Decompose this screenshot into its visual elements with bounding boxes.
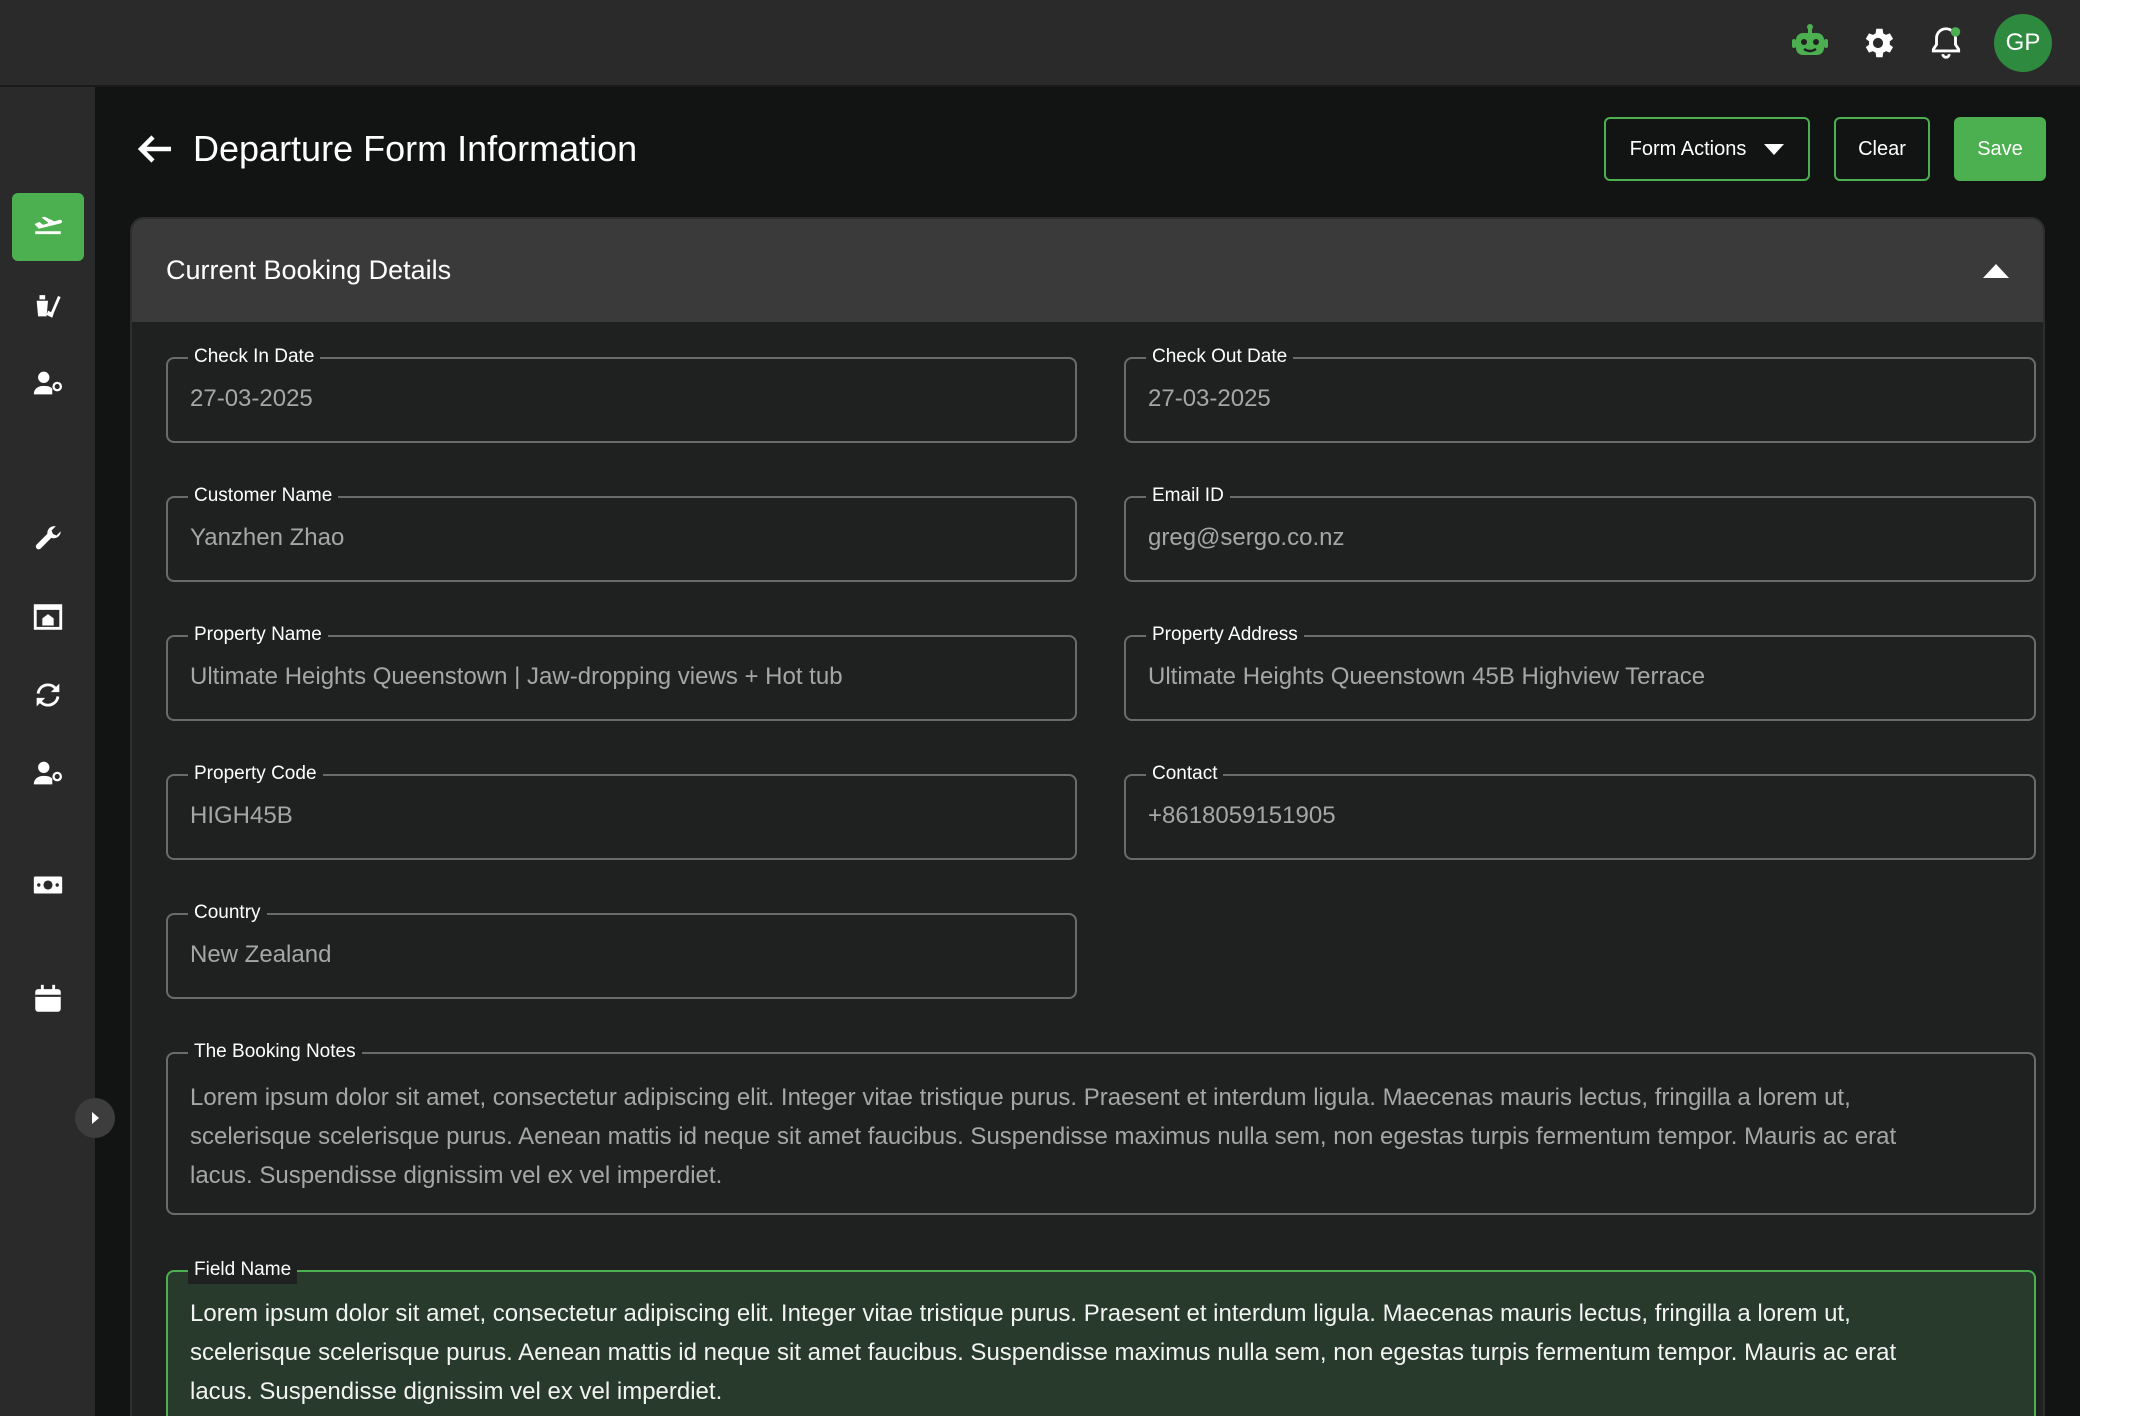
field-value: Ultimate Heights Queenstown | Jaw-droppi… xyxy=(190,663,843,690)
page-margin xyxy=(2080,0,2144,1416)
sidebar-item-departure[interactable] xyxy=(12,193,84,261)
card-title: Current Booking Details xyxy=(166,255,452,285)
header-actions: Form Actions Clear Save xyxy=(1604,117,2046,181)
topbar-icons: GP xyxy=(1790,14,2052,72)
cash-icon xyxy=(33,876,63,894)
form-actions-label: Form Actions xyxy=(1629,137,1747,160)
field-label: Country xyxy=(188,899,267,927)
contact-field[interactable]: Contact +8618059151905 xyxy=(1124,760,2036,860)
field-label: Property Code xyxy=(188,760,323,788)
field-label: Check Out Date xyxy=(1146,343,1294,371)
chevron-up-icon[interactable] xyxy=(1983,263,2009,278)
field-value: Lorem ipsum dolor sit amet, consectetur … xyxy=(190,1300,1897,1405)
field-label: Contact xyxy=(1146,760,1224,788)
field-value: New Zealand xyxy=(190,941,332,968)
field-value: greg@sergo.co.nz xyxy=(1148,524,1345,551)
arrow-left-icon xyxy=(137,135,171,163)
sidebar-item-sync[interactable] xyxy=(12,661,84,729)
field-value: Ultimate Heights Queenstown 45B Highview… xyxy=(1148,663,1706,690)
app-window: GP Departure Form Information Form Actio… xyxy=(0,0,2080,1416)
chevron-right-icon xyxy=(92,1112,99,1124)
property-code-field[interactable]: Property Code HIGH45B xyxy=(166,760,1077,860)
sidebar-item-maintenance[interactable] xyxy=(12,505,84,573)
avatar[interactable]: GP xyxy=(1994,14,2052,72)
field-value: 27-03-2025 xyxy=(1148,385,1271,412)
sync-icon xyxy=(36,683,60,707)
email-field[interactable]: Email ID greg@sergo.co.nz xyxy=(1124,482,2036,582)
field-label: Email ID xyxy=(1146,482,1230,510)
sidebar-item-staff[interactable] xyxy=(12,739,84,807)
check-out-date-field[interactable]: Check Out Date 27-03-2025 xyxy=(1124,343,2036,443)
bell-icon[interactable] xyxy=(1926,23,1966,63)
sidebar-item-property[interactable] xyxy=(12,583,84,651)
caret-down-icon xyxy=(1764,143,1785,155)
clear-button[interactable]: Clear xyxy=(1834,117,1930,181)
field-value: Yanzhen Zhao xyxy=(190,524,345,551)
top-bar: GP xyxy=(0,0,2080,87)
property-name-field[interactable]: Property Name Ultimate Heights Queenstow… xyxy=(166,621,1077,721)
bot-icon[interactable] xyxy=(1790,23,1830,63)
wrench-icon xyxy=(35,526,61,550)
sidebar-item-cleaning[interactable] xyxy=(12,271,84,339)
field-label: The Booking Notes xyxy=(188,1038,362,1066)
back-button[interactable] xyxy=(135,129,175,169)
gear-icon[interactable] xyxy=(1858,23,1898,63)
booking-details-card: Current Booking Details Check In Date 27… xyxy=(130,217,2045,1416)
save-button[interactable]: Save xyxy=(1954,117,2046,181)
check-in-date-field[interactable]: Check In Date 27-03-2025 xyxy=(166,343,1077,443)
main-content: Departure Form Information Form Actions … xyxy=(95,87,2080,1416)
field-label: Property Name xyxy=(188,621,328,649)
field-label: Property Address xyxy=(1146,621,1304,649)
country-field[interactable]: Country New Zealand xyxy=(166,899,1077,999)
page-header: Departure Form Information Form Actions … xyxy=(135,117,2046,181)
field-name-textarea[interactable]: Field Name Lorem ipsum dolor sit amet, c… xyxy=(166,1256,2036,1416)
field-label: Customer Name xyxy=(188,482,339,510)
customer-name-field[interactable]: Customer Name Yanzhen Zhao xyxy=(166,482,1077,582)
field-label: Check In Date xyxy=(188,343,321,371)
field-value: HIGH45B xyxy=(190,802,293,829)
field-label: Field Name xyxy=(188,1256,298,1284)
property-icon xyxy=(33,604,63,630)
user-settings-icon xyxy=(33,371,63,395)
page-title: Departure Form Information xyxy=(193,128,638,169)
calendar-icon xyxy=(35,984,61,1012)
sidebar-item-payments[interactable] xyxy=(12,851,84,919)
field-value: +8618059151905 xyxy=(1148,802,1336,829)
field-value: Lorem ipsum dolor sit amet, consectetur … xyxy=(190,1084,1897,1189)
departure-plane-icon xyxy=(34,216,63,235)
form-actions-dropdown[interactable]: Form Actions xyxy=(1604,117,1810,181)
user-settings-icon xyxy=(33,761,63,785)
sidebar-item-user-settings[interactable] xyxy=(12,349,84,417)
cleaning-icon xyxy=(36,295,61,318)
field-value: 27-03-2025 xyxy=(190,385,313,412)
sidebar-item-calendar[interactable] xyxy=(12,965,84,1033)
property-address-field[interactable]: Property Address Ultimate Heights Queens… xyxy=(1124,621,2036,721)
card-header[interactable]: Current Booking Details xyxy=(132,219,2043,322)
sidebar xyxy=(0,87,95,1416)
booking-notes-field[interactable]: The Booking Notes Lorem ipsum dolor sit … xyxy=(166,1038,2036,1215)
sidebar-expand-button[interactable] xyxy=(75,1098,115,1138)
